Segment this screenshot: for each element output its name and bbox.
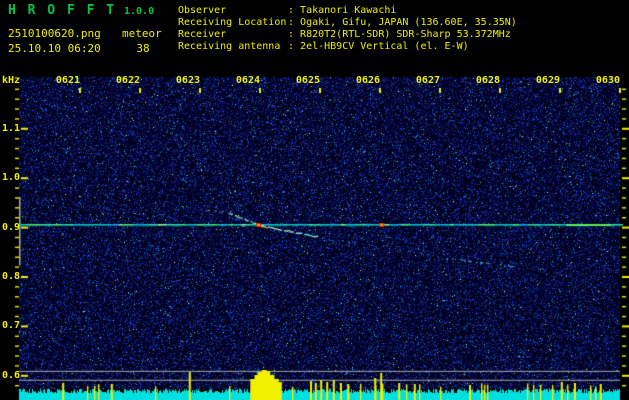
echo-count: 38 (136, 42, 150, 55)
info-colon: : (288, 5, 301, 16)
info-value: Ogaki, Gifu, JAPAN (136.60E, 35.35N) (300, 17, 517, 28)
station-info-row: Receiving antenna: 2el-HB9CV Vertical (e… (178, 41, 517, 53)
hrofft-window: { "header": { "app_title": "H R O F F T"… (0, 0, 629, 400)
info-colon: : (288, 29, 301, 40)
info-label: Receiver (178, 29, 227, 40)
mode-label: meteor (122, 27, 162, 40)
info-label: Receiving Location (178, 17, 287, 28)
station-info-row: Receiving Location: Ogaki, Gifu, JAPAN (… (178, 17, 517, 29)
info-value: Takanori Kawachi (300, 5, 397, 16)
output-filename: 2510100620.png (8, 27, 101, 40)
app-version: 1.0.0 (124, 6, 155, 17)
app-title: H R O F F T (8, 3, 117, 18)
info-colon: : (288, 17, 301, 28)
station-info-row: Receiver: R820T2(RTL-SDR) SDR-Sharp 53.3… (178, 29, 517, 41)
info-colon: : (288, 41, 301, 52)
info-value: 2el-HB9CV Vertical (el. E-W) (300, 41, 469, 52)
info-label: Receiving antenna (178, 41, 281, 52)
info-label: Observer (178, 5, 227, 16)
khz-unit-label: kHz (2, 75, 21, 86)
station-info-row: Observer: Takanori Kawachi (178, 5, 517, 17)
info-value: R820T2(RTL-SDR) SDR-Sharp 53.372MHz (300, 29, 511, 40)
datetime-label: 25.10.10 06:20 (8, 42, 101, 55)
station-info: Observer: Takanori Kawachi Receiving Loca… (178, 5, 517, 53)
spectrogram-canvas (0, 0, 629, 400)
